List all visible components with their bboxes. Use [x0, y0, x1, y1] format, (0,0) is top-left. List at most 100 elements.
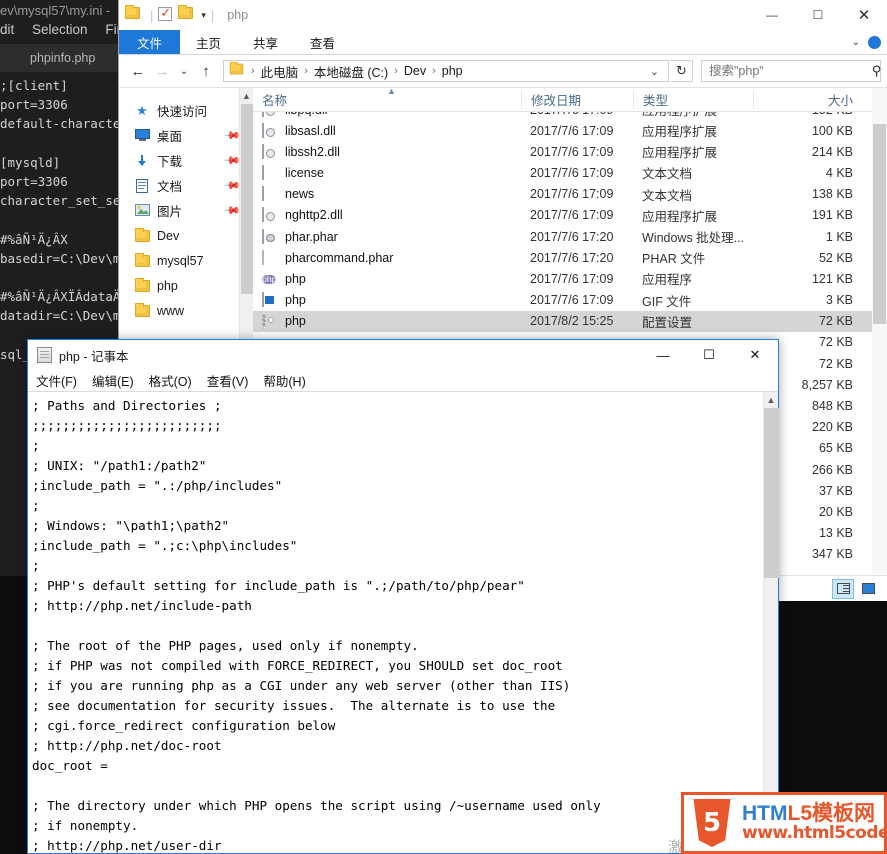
table-row[interactable]: libsasl.dll 2017/7/6 17:09 应用程序扩展 100 KB: [253, 120, 887, 141]
notepad-scroll-up-icon[interactable]: ▲: [764, 392, 778, 408]
sidebar-item-quick-access[interactable]: ★ 快速访问: [119, 98, 253, 123]
breadcrumb-php[interactable]: php: [438, 64, 467, 78]
recent-locations-icon[interactable]: ⌄: [175, 59, 193, 83]
sidebar-item-desktop[interactable]: 桌面 📌: [119, 123, 253, 148]
table-row[interactable]: phar.phar 2017/7/6 17:20 Windows 批处理... 1 K…: [253, 226, 887, 247]
sidebar-label-desktop: 桌面: [157, 130, 183, 144]
sidebar-item-documents[interactable]: 文档 📌: [119, 173, 253, 198]
notepad-minimize-button[interactable]: —: [640, 340, 686, 370]
sidebar-label-mysql57: mysql57: [157, 253, 204, 268]
address-dropdown-icon[interactable]: ⌄: [643, 65, 666, 78]
notepad-text-area[interactable]: ; Paths and Directories ; ;;;;;;;;;;;;;;…: [28, 392, 778, 853]
back-button[interactable]: ←: [127, 59, 149, 83]
details-view-icon[interactable]: [832, 578, 854, 599]
file-type-cell: 应用程序扩展: [642, 125, 718, 140]
table-row[interactable]: nghttp2.dll 2017/7/6 17:09 应用程序扩展 191 KB: [253, 205, 887, 226]
table-row[interactable]: news 2017/7/6 17:09 文本文档 138 KB: [253, 184, 887, 205]
file-type-cell: 应用程序: [642, 273, 693, 288]
file-type-cell: 应用程序扩展: [642, 209, 718, 224]
sidebar-item-php[interactable]: php: [119, 273, 253, 298]
sort-ascending-icon: ▲: [387, 88, 396, 96]
notepad-menu-view[interactable]: 查看(V): [207, 371, 249, 390]
column-header-row: 名称 ▲ 修改日期 类型 大小: [253, 88, 887, 112]
refresh-button[interactable]: ↻: [671, 60, 693, 82]
file-date-cell: 2017/7/6 17:09: [530, 208, 614, 223]
notepad-title-bar: php - 记事本 — ☐ ✕: [28, 340, 778, 370]
editor-code-content[interactable]: ;[client] port=3306 default-character [m…: [0, 76, 124, 364]
doc-icon: [262, 186, 278, 202]
help-icon[interactable]: [868, 35, 881, 49]
tab-share[interactable]: 共享: [237, 30, 294, 54]
blank-icon: [262, 249, 278, 266]
table-row[interactable]: php 2017/7/6 17:09 GIF 文件 3 KB: [253, 290, 887, 311]
minimize-button[interactable]: —: [749, 0, 795, 30]
table-row[interactable]: php 2017/8/2 15:25 配置设置 72 KB: [253, 310, 887, 332]
customize-caret-icon[interactable]: ▾: [201, 10, 206, 21]
notepad-title: php - 记事本: [59, 349, 129, 364]
tab-view[interactable]: 查看: [294, 30, 351, 54]
tab-file[interactable]: 文件: [119, 30, 181, 54]
chevron-down-icon[interactable]: ⌄: [852, 37, 860, 48]
search-box[interactable]: ⚲: [701, 60, 882, 82]
table-row[interactable]: libssh2.dll 2017/7/6 17:09 应用程序扩展 214 KB: [253, 141, 887, 162]
sidebar-item-mysql57[interactable]: mysql57: [119, 248, 253, 273]
column-header-type[interactable]: 类型: [633, 90, 753, 109]
file-type-cell: GIF 文件: [642, 294, 692, 309]
notepad-scrollbar[interactable]: ▲ ▼: [763, 392, 779, 854]
exe-icon: [262, 292, 278, 308]
up-button[interactable]: ↑: [195, 59, 217, 83]
table-row[interactable]: license 2017/7/6 17:09 文本文档 4 KB: [253, 162, 887, 183]
file-list-scrollbar[interactable]: [872, 88, 887, 575]
maximize-button[interactable]: ☐: [795, 0, 841, 30]
watermark-line-1: HTML5模板网: [742, 802, 884, 826]
file-list-scroll-thumb[interactable]: [873, 124, 886, 324]
properties-checkbox-icon[interactable]: [158, 5, 174, 23]
close-button[interactable]: ✕: [841, 0, 887, 30]
forward-button[interactable]: →: [151, 59, 173, 83]
file-name-cell: phar.phar: [253, 228, 521, 245]
folder-icon[interactable]: [125, 5, 141, 23]
sidebar-label-php: php: [157, 278, 178, 293]
column-header-name[interactable]: 名称 ▲: [253, 88, 521, 109]
notepad-menu-help[interactable]: 帮助(H): [263, 371, 305, 390]
notepad-menu-edit[interactable]: 编辑(E): [92, 371, 134, 390]
sidebar-item-pictures[interactable]: 图片 📌: [119, 198, 253, 223]
sidebar-item-dev[interactable]: Dev: [119, 223, 253, 248]
breadcrumb-local-disk[interactable]: 本地磁盘 (C:): [310, 62, 392, 81]
sidebar-label-www: www: [157, 303, 185, 318]
file-name-cell: libsasl.dll: [253, 122, 521, 139]
column-header-size[interactable]: 大小: [753, 90, 863, 109]
notepad-menu-file[interactable]: 文件(F): [36, 371, 77, 390]
php-icon: php: [262, 274, 277, 284]
breadcrumb-dev[interactable]: Dev: [400, 64, 430, 78]
address-bar[interactable]: › 此电脑 › 本地磁盘 (C:) › Dev › php ⌄: [223, 60, 669, 82]
navpane-scroll-thumb[interactable]: [241, 104, 253, 294]
notepad-menu-format[interactable]: 格式(O): [149, 371, 192, 390]
editor-menu-edit[interactable]: dit: [0, 22, 14, 37]
watermark-line-1b: L5模板网: [787, 802, 876, 826]
scroll-up-icon[interactable]: ▲: [240, 88, 253, 104]
search-icon[interactable]: ⚲: [872, 63, 882, 79]
sidebar-item-www[interactable]: www: [119, 298, 253, 323]
breadcrumb-separator-3: ›: [432, 65, 436, 77]
documents-icon: [133, 178, 151, 193]
file-size-cell: 138 KB: [811, 187, 853, 202]
search-input[interactable]: [707, 63, 872, 79]
file-size-cell: 214 KB: [811, 144, 853, 159]
notepad-maximize-button[interactable]: ☐: [686, 340, 732, 370]
table-row[interactable]: pharcommand.phar 2017/7/6 17:20 PHAR 文件 52 …: [253, 247, 887, 268]
editor-menu-selection[interactable]: Selection: [32, 22, 88, 37]
column-header-date[interactable]: 修改日期: [521, 90, 633, 109]
file-size-cell: 1 KB: [825, 229, 853, 244]
sidebar-item-downloads[interactable]: 下载 📌: [119, 148, 253, 173]
breadcrumb-this-pc[interactable]: 此电脑: [257, 62, 303, 81]
new-folder-icon[interactable]: [178, 5, 194, 23]
notepad-scroll-thumb[interactable]: [764, 408, 779, 578]
thumbnails-view-icon[interactable]: [857, 579, 879, 599]
tab-home[interactable]: 主页: [180, 30, 237, 54]
file-type-cell: Windows 批处理...: [642, 231, 745, 246]
file-name-cell: php php: [253, 271, 521, 287]
editor-tab-phpinfo[interactable]: phpinfo.php: [0, 44, 118, 72]
notepad-close-button[interactable]: ✕: [732, 340, 778, 370]
table-row[interactable]: php php 2017/7/6 17:09 应用程序 121 KB: [253, 268, 887, 289]
